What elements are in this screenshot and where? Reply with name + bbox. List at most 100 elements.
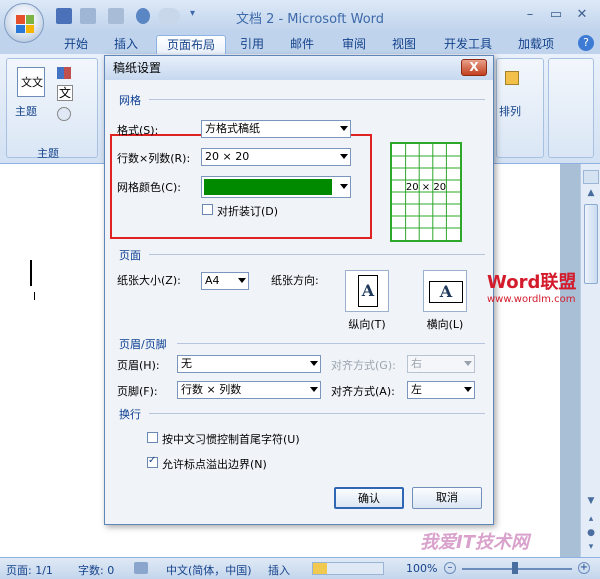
tab-insert[interactable]: 插入: [108, 35, 144, 54]
tab-addins[interactable]: 加载项: [512, 35, 560, 54]
grid-color-select[interactable]: [201, 176, 351, 198]
tab-page-layout[interactable]: 页面布局: [156, 35, 226, 54]
theme-fonts-icon[interactable]: 文: [57, 85, 73, 101]
footer-value: 行数 × 列数: [181, 383, 242, 396]
status-language[interactable]: 中文(简体，中国): [166, 562, 252, 578]
dialog-title: 稿纸设置: [105, 56, 493, 80]
landscape-label: 横向(L): [426, 318, 464, 331]
format-value: 方格式稿纸: [205, 122, 260, 135]
title-bar: ▾ 文档 2 - Microsoft Word – ▭ ✕: [0, 0, 600, 32]
help-icon[interactable]: ?: [578, 35, 594, 51]
zoom-out-icon[interactable]: –: [444, 562, 456, 574]
format-select[interactable]: 方格式稿纸: [201, 120, 351, 138]
themes-icon[interactable]: 文文: [17, 67, 45, 97]
arrange-icon[interactable]: [505, 71, 519, 85]
divider: [149, 99, 485, 100]
landscape-button[interactable]: A: [423, 270, 467, 312]
tab-mailings[interactable]: 邮件: [284, 35, 320, 54]
fold-bind-checkbox[interactable]: [202, 204, 213, 215]
scroll-down-icon[interactable]: ▼: [583, 496, 599, 510]
rows-cols-select[interactable]: 20 × 20: [201, 148, 351, 166]
zoom-slider-thumb[interactable]: [512, 562, 518, 574]
scroll-thumb[interactable]: [584, 204, 598, 284]
wrap-section-title: 换行: [119, 408, 141, 421]
grid-preview: 20 × 20: [390, 142, 462, 242]
option-punctuation-overflow-label: 允许标点溢出边界(N): [162, 458, 267, 471]
watermark-bottom: 我爱IT技术网: [420, 532, 529, 553]
ribbon-group-right: [548, 58, 594, 158]
footer-align-label: 对齐方式(A):: [331, 385, 395, 398]
chevron-down-icon: [310, 387, 318, 392]
option-punctuation-overflow-checkbox[interactable]: [147, 455, 158, 468]
grid-color-label: 网格颜色(C):: [117, 181, 181, 194]
circle-icon[interactable]: [158, 8, 180, 24]
rows-cols-value: 20 × 20: [205, 150, 250, 163]
status-bar: 页面: 1/1 字数: 0 中文(简体，中国) 插入 100% – +: [0, 557, 600, 579]
paper-setup-dialog: 稿纸设置 X 网格 格式(S): 方格式稿纸 行数×列数(R): 20 × 20…: [104, 55, 494, 525]
grid-preview-label: 20 × 20: [405, 182, 447, 193]
landscape-icon: A: [429, 281, 463, 303]
ruler-toggle-icon[interactable]: [583, 170, 599, 184]
close-button[interactable]: ✕: [570, 6, 594, 24]
footer-label: 页脚(F):: [117, 385, 158, 398]
header-align-label: 对齐方式(G):: [331, 359, 396, 372]
footer-select[interactable]: 行数 × 列数: [177, 381, 321, 399]
option-first-last-char-checkbox[interactable]: [147, 432, 158, 443]
grid-section-title: 网格: [119, 94, 141, 107]
portrait-icon: A: [358, 275, 378, 307]
qat-customize-icon[interactable]: ▾: [190, 8, 195, 19]
chevron-down-icon: [340, 126, 348, 131]
prev-page-icon[interactable]: ▴: [583, 514, 599, 526]
fold-bind-label: 对折装订(D): [217, 205, 279, 218]
dialog-close-button[interactable]: X: [461, 59, 487, 76]
status-mode[interactable]: 插入: [268, 562, 290, 578]
browse-object-icon[interactable]: ●: [583, 528, 599, 540]
view-buttons[interactable]: [312, 562, 384, 575]
dialog-body: 网格 格式(S): 方格式稿纸 行数×列数(R): 20 × 20 网格颜色(C…: [105, 80, 493, 524]
footer-align-select[interactable]: 左: [407, 381, 475, 399]
redo-icon[interactable]: [136, 8, 150, 24]
header-footer-section-title: 页眉/页脚: [119, 338, 167, 351]
status-words[interactable]: 字数: 0: [78, 562, 114, 578]
tab-review[interactable]: 审阅: [336, 35, 372, 54]
next-page-icon[interactable]: ▾: [583, 542, 599, 554]
status-zoom[interactable]: 100%: [406, 562, 437, 575]
portrait-label: 纵向(T): [348, 318, 386, 331]
proofing-icon[interactable]: [134, 562, 148, 574]
paper-size-select[interactable]: A4: [201, 272, 249, 290]
orientation-label: 纸张方向:: [271, 274, 319, 287]
chevron-down-icon: [464, 387, 472, 392]
ok-button[interactable]: 确认: [334, 487, 404, 509]
tab-view[interactable]: 视图: [386, 35, 422, 54]
header-value: 无: [181, 357, 192, 370]
zoom-in-icon[interactable]: +: [578, 562, 590, 574]
themes-label[interactable]: 主题: [15, 103, 37, 119]
divider: [177, 343, 485, 344]
status-page[interactable]: 页面: 1/1: [6, 562, 53, 578]
tab-home[interactable]: 开始: [58, 35, 94, 54]
maximize-button[interactable]: ▭: [544, 6, 568, 24]
chevron-down-icon: [464, 361, 472, 366]
save-icon[interactable]: [56, 8, 72, 24]
grid-color-swatch: [204, 179, 332, 195]
format-painter-icon[interactable]: [80, 8, 96, 24]
window-title: 文档 2 - Microsoft Word: [235, 12, 385, 27]
scroll-up-icon[interactable]: ▲: [583, 188, 599, 202]
cancel-button[interactable]: 取消: [412, 487, 482, 509]
theme-colors-icon[interactable]: [57, 67, 71, 79]
theme-effects-icon[interactable]: [57, 107, 71, 121]
tab-developer[interactable]: 开发工具: [438, 35, 498, 54]
header-align-select[interactable]: 右: [407, 355, 475, 373]
vertical-scrollbar[interactable]: ▲ ▼ ▴ ● ▾: [580, 164, 600, 557]
header-select[interactable]: 无: [177, 355, 321, 373]
undo-icon[interactable]: [108, 8, 124, 24]
office-button[interactable]: [4, 3, 44, 43]
office-logo-icon: [16, 15, 34, 33]
margin-mark: [34, 292, 35, 300]
watermark-url: www.wordlm.com: [487, 294, 576, 305]
minimize-button[interactable]: –: [518, 6, 542, 24]
arrange-group: 排列: [496, 58, 544, 158]
rows-cols-label: 行数×列数(R):: [117, 152, 191, 165]
tab-references[interactable]: 引用: [234, 35, 270, 54]
portrait-button[interactable]: A: [345, 270, 389, 312]
